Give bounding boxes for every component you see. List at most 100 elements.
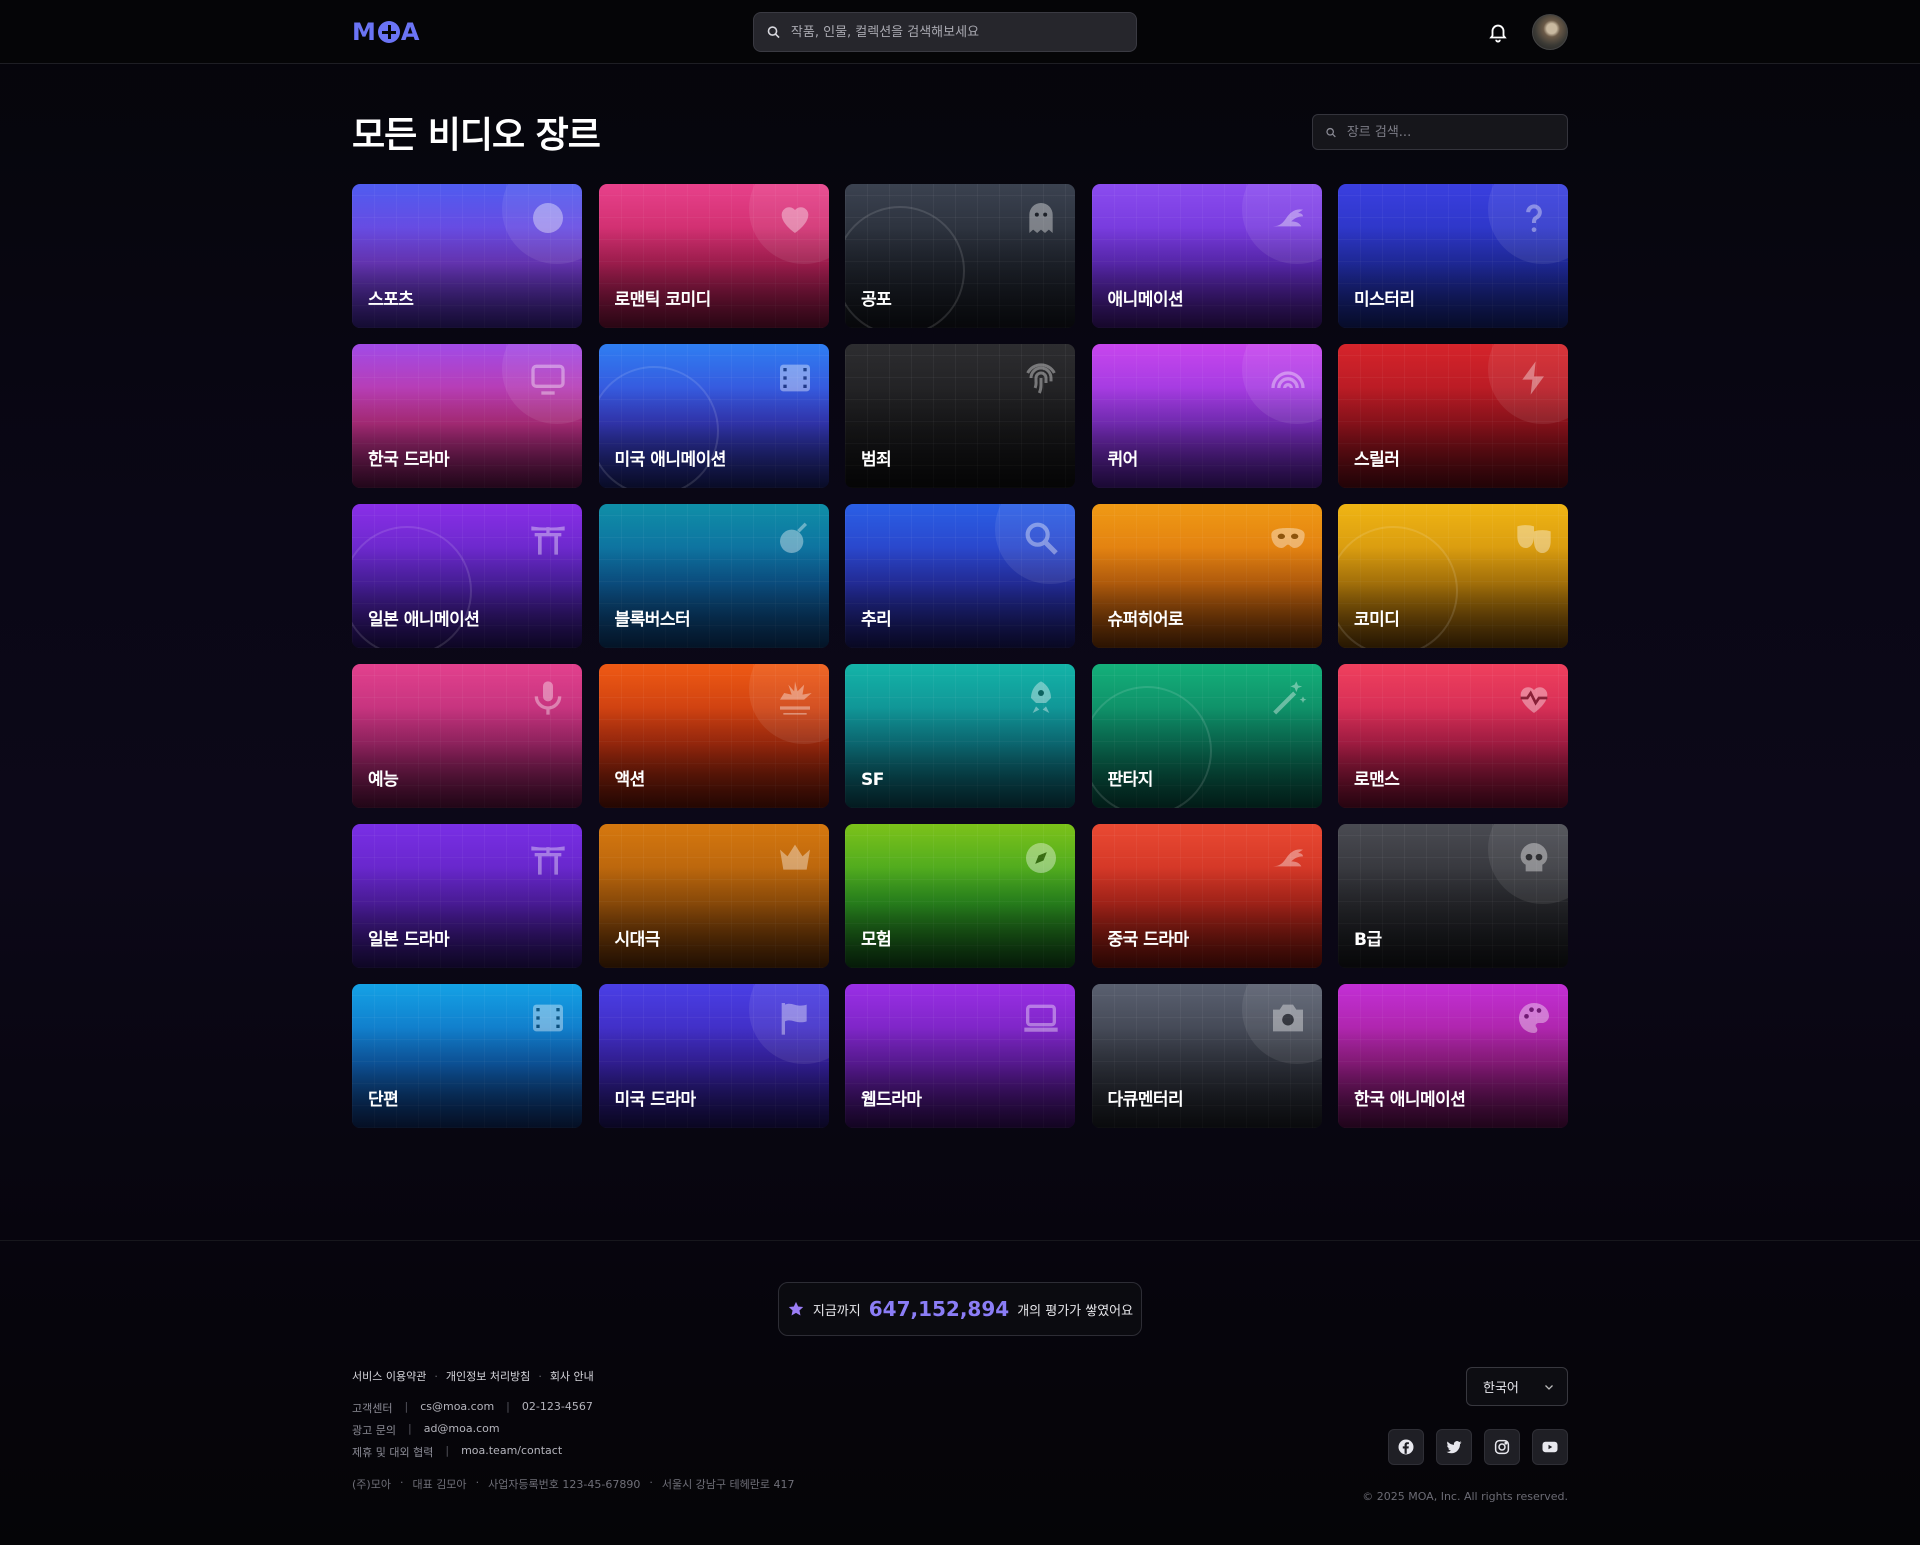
- genre-card[interactable]: 일본 애니메이션: [352, 504, 582, 648]
- genre-card[interactable]: 판타지: [1091, 664, 1322, 808]
- contact-ads: 광고 문의 | ad@moa.com: [352, 1422, 500, 1438]
- genre-card[interactable]: B급: [1338, 824, 1568, 968]
- genre-card[interactable]: 범죄: [845, 344, 1075, 488]
- genre-card[interactable]: SF: [845, 664, 1075, 808]
- company-ceo: 대표 김모아: [412, 1478, 467, 1491]
- genre-card[interactable]: 모험: [845, 824, 1075, 968]
- separator: ·: [434, 1369, 438, 1383]
- global-search-input[interactable]: [790, 24, 1136, 40]
- ghost-icon: [1021, 198, 1061, 238]
- genre-card[interactable]: 미국 드라마: [598, 984, 829, 1128]
- rainbow-icon: [1268, 358, 1308, 398]
- genre-card[interactable]: 퀴어: [1091, 344, 1322, 488]
- genre-label: 미국 드라마: [614, 1090, 697, 1110]
- company-link[interactable]: 회사 안내: [550, 1368, 594, 1384]
- genre-card[interactable]: 일본 드라마: [352, 824, 582, 968]
- dragon-icon: [1268, 838, 1308, 878]
- torii-icon: [528, 838, 568, 878]
- genre-search[interactable]: [1312, 114, 1568, 150]
- top-bar: MA: [0, 0, 1920, 64]
- bolt-icon: [1514, 358, 1554, 398]
- magnifier-icon: [1021, 518, 1061, 558]
- genre-card[interactable]: 미국 애니메이션: [598, 344, 829, 488]
- heartbeat-icon: [1514, 678, 1554, 718]
- genre-card[interactable]: 코미디: [1338, 504, 1568, 648]
- contact-label: 고객센터: [352, 1402, 393, 1415]
- basketball-icon: [528, 198, 568, 238]
- genre-label: 예능: [368, 770, 399, 790]
- genre-card[interactable]: 미스터리: [1338, 184, 1568, 328]
- ads-email[interactable]: ad@moa.com: [424, 1422, 500, 1438]
- genre-label: 일본 애니메이션: [368, 610, 480, 630]
- company-name: (주)모아: [352, 1478, 391, 1491]
- genre-card[interactable]: 웹드라마: [845, 984, 1075, 1128]
- theater-masks-icon: [1514, 518, 1554, 558]
- ratings-prefix: 지금까지: [812, 1303, 861, 1319]
- genre-card[interactable]: 한국 드라마: [352, 344, 582, 488]
- genre-label: 웹드라마: [861, 1090, 922, 1110]
- genre-label: 액션: [614, 770, 646, 790]
- contact-label: 광고 문의: [352, 1424, 396, 1437]
- support-email[interactable]: cs@moa.com: [420, 1400, 494, 1416]
- genre-card[interactable]: 로맨틱 코미디: [598, 184, 829, 328]
- genre-card[interactable]: 스릴러: [1338, 344, 1568, 488]
- company-info: (주)모아 · 대표 김모아 · 사업자등록번호 123-45-67890 · 서울시…: [352, 1476, 795, 1492]
- genre-card[interactable]: 시대극: [598, 824, 829, 968]
- genre-search-input[interactable]: [1346, 124, 1567, 140]
- explosion-icon: [775, 678, 815, 718]
- instagram-icon[interactable]: [1484, 1429, 1520, 1465]
- skull-icon: [1514, 838, 1554, 878]
- genre-card[interactable]: 스포츠: [352, 184, 582, 328]
- language-select[interactable]: 한국어: [1466, 1367, 1568, 1406]
- language-value: 한국어: [1483, 1381, 1519, 1396]
- torii-icon: [528, 518, 568, 558]
- genre-card[interactable]: 중국 드라마: [1091, 824, 1322, 968]
- contact-partnership: 제휴 및 대외 협력 | moa.team/contact: [352, 1444, 562, 1460]
- genre-card[interactable]: 슈퍼히어로: [1091, 504, 1322, 648]
- moa-logo[interactable]: MA: [352, 18, 420, 46]
- genre-label: 일본 드라마: [368, 930, 450, 950]
- camera-icon: [1268, 998, 1308, 1038]
- compass-icon: [1021, 838, 1061, 878]
- genre-card[interactable]: 애니메이션: [1091, 184, 1322, 328]
- genre-card[interactable]: 다큐멘터리: [1091, 984, 1322, 1128]
- partnership-link[interactable]: moa.team/contact: [461, 1444, 562, 1460]
- genre-label: B급: [1354, 930, 1382, 950]
- global-search[interactable]: [753, 12, 1137, 52]
- microphone-icon: [528, 678, 568, 718]
- genre-label: 다큐멘터리: [1107, 1090, 1184, 1110]
- star-icon: [788, 1301, 804, 1316]
- notification-bell-icon[interactable]: [1487, 21, 1509, 43]
- facebook-icon[interactable]: [1388, 1429, 1424, 1465]
- footer-divider: [0, 1240, 1920, 1241]
- genre-label: 중국 드라마: [1107, 930, 1190, 950]
- company-address: 서울시 강남구 테헤란로 417: [661, 1478, 795, 1491]
- genre-label: 한국 드라마: [368, 450, 450, 470]
- user-avatar[interactable]: [1532, 14, 1568, 50]
- twitter-icon[interactable]: [1436, 1429, 1472, 1465]
- youtube-icon[interactable]: [1532, 1429, 1568, 1465]
- genre-card[interactable]: 로맨스: [1338, 664, 1568, 808]
- chevron-down-icon: [1545, 1384, 1553, 1390]
- genre-card[interactable]: 블록버스터: [598, 504, 829, 648]
- tv-icon: [528, 358, 568, 398]
- genre-card[interactable]: 한국 애니메이션: [1338, 984, 1568, 1128]
- genre-card[interactable]: 추리: [845, 504, 1075, 648]
- genre-grid: 스포츠 로맨틱 코미디 공포 애니메이션 미스터리한국 드라마 미국 애니메이션 범죄 퀴어 스…: [352, 184, 1568, 1128]
- genre-card[interactable]: 공포: [845, 184, 1075, 328]
- genre-label: 로맨스: [1354, 770, 1400, 790]
- genre-label: 스릴러: [1354, 450, 1400, 470]
- footer-links: 서비스 이용약관 · 개인정보 처리방침 · 회사 안내: [352, 1368, 594, 1384]
- separator: ·: [649, 1476, 653, 1489]
- genre-card[interactable]: 액션: [598, 664, 829, 808]
- genre-label: 로맨틱 코미디: [614, 290, 712, 310]
- support-phone[interactable]: 02-123-4567: [522, 1400, 593, 1416]
- film-icon: [775, 358, 815, 398]
- genre-card[interactable]: 단편: [352, 984, 582, 1128]
- terms-link[interactable]: 서비스 이용약관: [352, 1368, 426, 1384]
- genre-card[interactable]: 예능: [352, 664, 582, 808]
- genre-label: 미스터리: [1354, 290, 1415, 310]
- company-reg-number: 사업자등록번호 123-45-67890: [488, 1478, 641, 1491]
- genre-label: 모험: [861, 930, 892, 950]
- privacy-link[interactable]: 개인정보 처리방침: [446, 1368, 530, 1384]
